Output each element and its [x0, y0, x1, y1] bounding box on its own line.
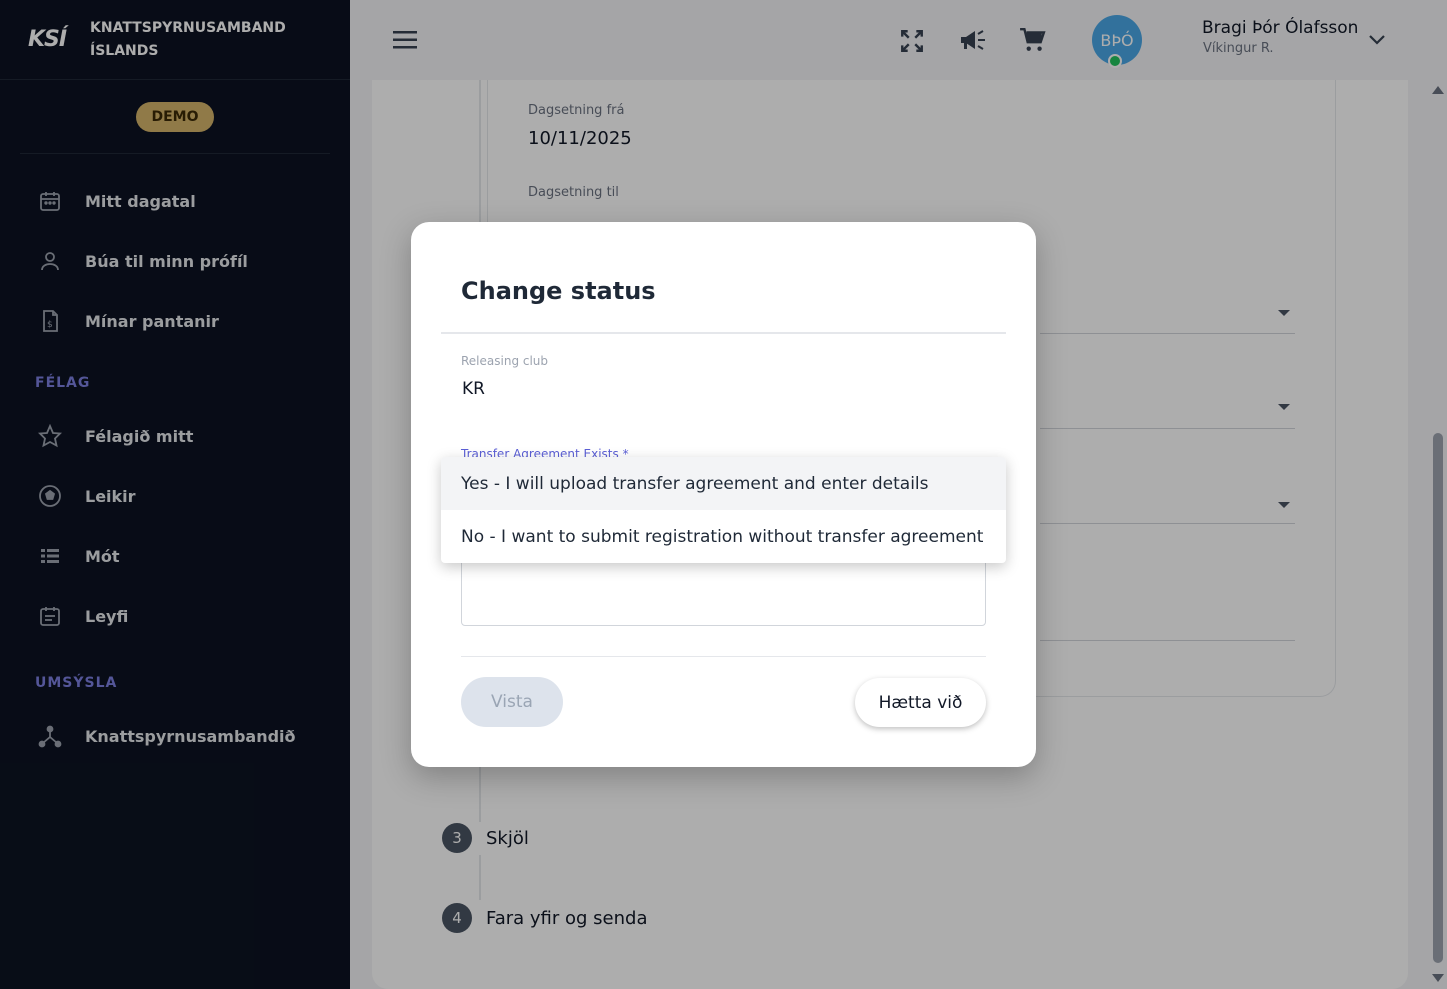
comment-textarea[interactable]	[461, 552, 986, 626]
option-no[interactable]: No - I want to submit registration witho…	[441, 510, 1006, 563]
dialog-title: Change status	[461, 277, 656, 305]
releasing-club-label: Releasing club	[461, 354, 549, 368]
transfer-agreement-options: Yes - I will upload transfer agreement a…	[441, 457, 1006, 563]
divider	[441, 332, 1006, 334]
divider	[461, 656, 986, 657]
save-button[interactable]: Vista	[461, 677, 563, 727]
cancel-button[interactable]: Hætta við	[855, 678, 986, 727]
releasing-club-value: KR	[462, 379, 485, 399]
option-yes[interactable]: Yes - I will upload transfer agreement a…	[441, 457, 1006, 510]
